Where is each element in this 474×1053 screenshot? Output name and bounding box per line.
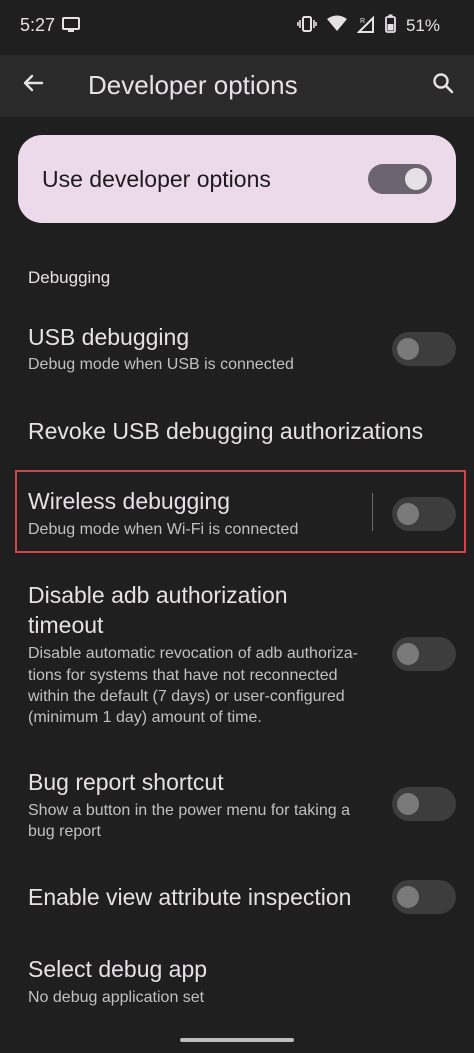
switch-thumb: [397, 886, 419, 908]
switch-thumb: [397, 338, 419, 360]
search-icon: [431, 71, 455, 100]
setting-subtitle: No debug application set: [28, 989, 205, 1006]
setting-subtitle-line1: Disable automatic revocation of adb auth…: [28, 645, 358, 662]
switch-thumb: [397, 643, 419, 665]
status-bar: 5:27 R 51%: [0, 0, 474, 52]
setting-subtitle-line2: bug report: [28, 823, 101, 840]
section-header-debugging: Debugging: [28, 268, 111, 287]
use-developer-options-switch[interactable]: [368, 164, 432, 194]
signal-r-icon: R: [356, 15, 375, 38]
setting-subtitle-line3: within the default (7 days) or user-conf…: [28, 688, 345, 705]
gesture-navigation-bar[interactable]: [180, 1038, 294, 1042]
setting-enable-view-attribute-inspection[interactable]: Enable view attribute inspection: [0, 880, 474, 916]
switch-thumb: [397, 503, 419, 525]
page-title: Developer options: [88, 70, 298, 100]
view-attribute-inspection-switch[interactable]: [392, 880, 456, 914]
setting-disable-adb-authorization-timeout[interactable]: Disable adb authorization timeout Disabl…: [0, 580, 474, 730]
setting-bug-report-shortcut[interactable]: Bug report shortcut Show a button in the…: [0, 765, 474, 841]
status-time: 5:27: [20, 15, 56, 35]
setting-title: Bug report shortcut: [28, 769, 224, 795]
setting-title-line1: Disable adb authorization: [28, 582, 288, 608]
setting-title: Enable view attribute inspection: [28, 884, 352, 910]
use-developer-options-card[interactable]: Use developer options: [18, 135, 456, 223]
divider: [372, 493, 373, 531]
setting-title: Revoke USB debugging authorizations: [28, 418, 424, 444]
setting-wireless-debugging[interactable]: Wireless debugging Debug mode when Wi-Fi…: [0, 484, 474, 546]
vibrate-icon: [297, 15, 317, 38]
setting-subtitle: Debug mode when Wi-Fi is connected: [28, 521, 299, 538]
setting-revoke-usb-authorizations[interactable]: Revoke USB debugging authorizations: [0, 410, 474, 454]
setting-subtitle: Debug mode when USB is connected: [28, 356, 294, 373]
search-button[interactable]: [428, 70, 458, 100]
status-icons: R 51%: [297, 14, 474, 38]
usb-debugging-switch[interactable]: [392, 332, 456, 366]
setting-subtitle-line1: Show a button in the power menu for taki…: [28, 802, 350, 819]
svg-text:R: R: [360, 18, 365, 25]
setting-select-debug-app[interactable]: Select debug app No debug application se…: [0, 952, 474, 1012]
use-developer-options-label: Use developer options: [42, 166, 271, 192]
bug-report-shortcut-switch[interactable]: [392, 787, 456, 821]
wifi-icon: [326, 15, 347, 38]
setting-usb-debugging[interactable]: USB debugging Debug mode when USB is con…: [0, 318, 474, 380]
back-button[interactable]: [18, 70, 48, 100]
app-bar: Developer options: [0, 55, 474, 117]
setting-subtitle-line2: tions for systems that have not reconnec…: [28, 667, 338, 684]
setting-title: Select debug app: [28, 956, 208, 982]
battery-percent: 51%: [405, 16, 440, 35]
setting-title: Wireless debugging: [28, 488, 231, 514]
cast-icon: [62, 17, 80, 38]
setting-title-line2: timeout: [28, 612, 104, 638]
disable-adb-timeout-switch[interactable]: [392, 637, 456, 671]
battery-icon: [385, 14, 396, 38]
arrow-back-icon: [21, 71, 45, 100]
switch-thumb: [397, 793, 419, 815]
switch-thumb: [405, 168, 427, 190]
setting-subtitle-line4: (minimum 1 day) amount of time.: [28, 709, 262, 726]
setting-title: USB debugging: [28, 324, 190, 350]
wireless-debugging-switch[interactable]: [392, 497, 456, 531]
